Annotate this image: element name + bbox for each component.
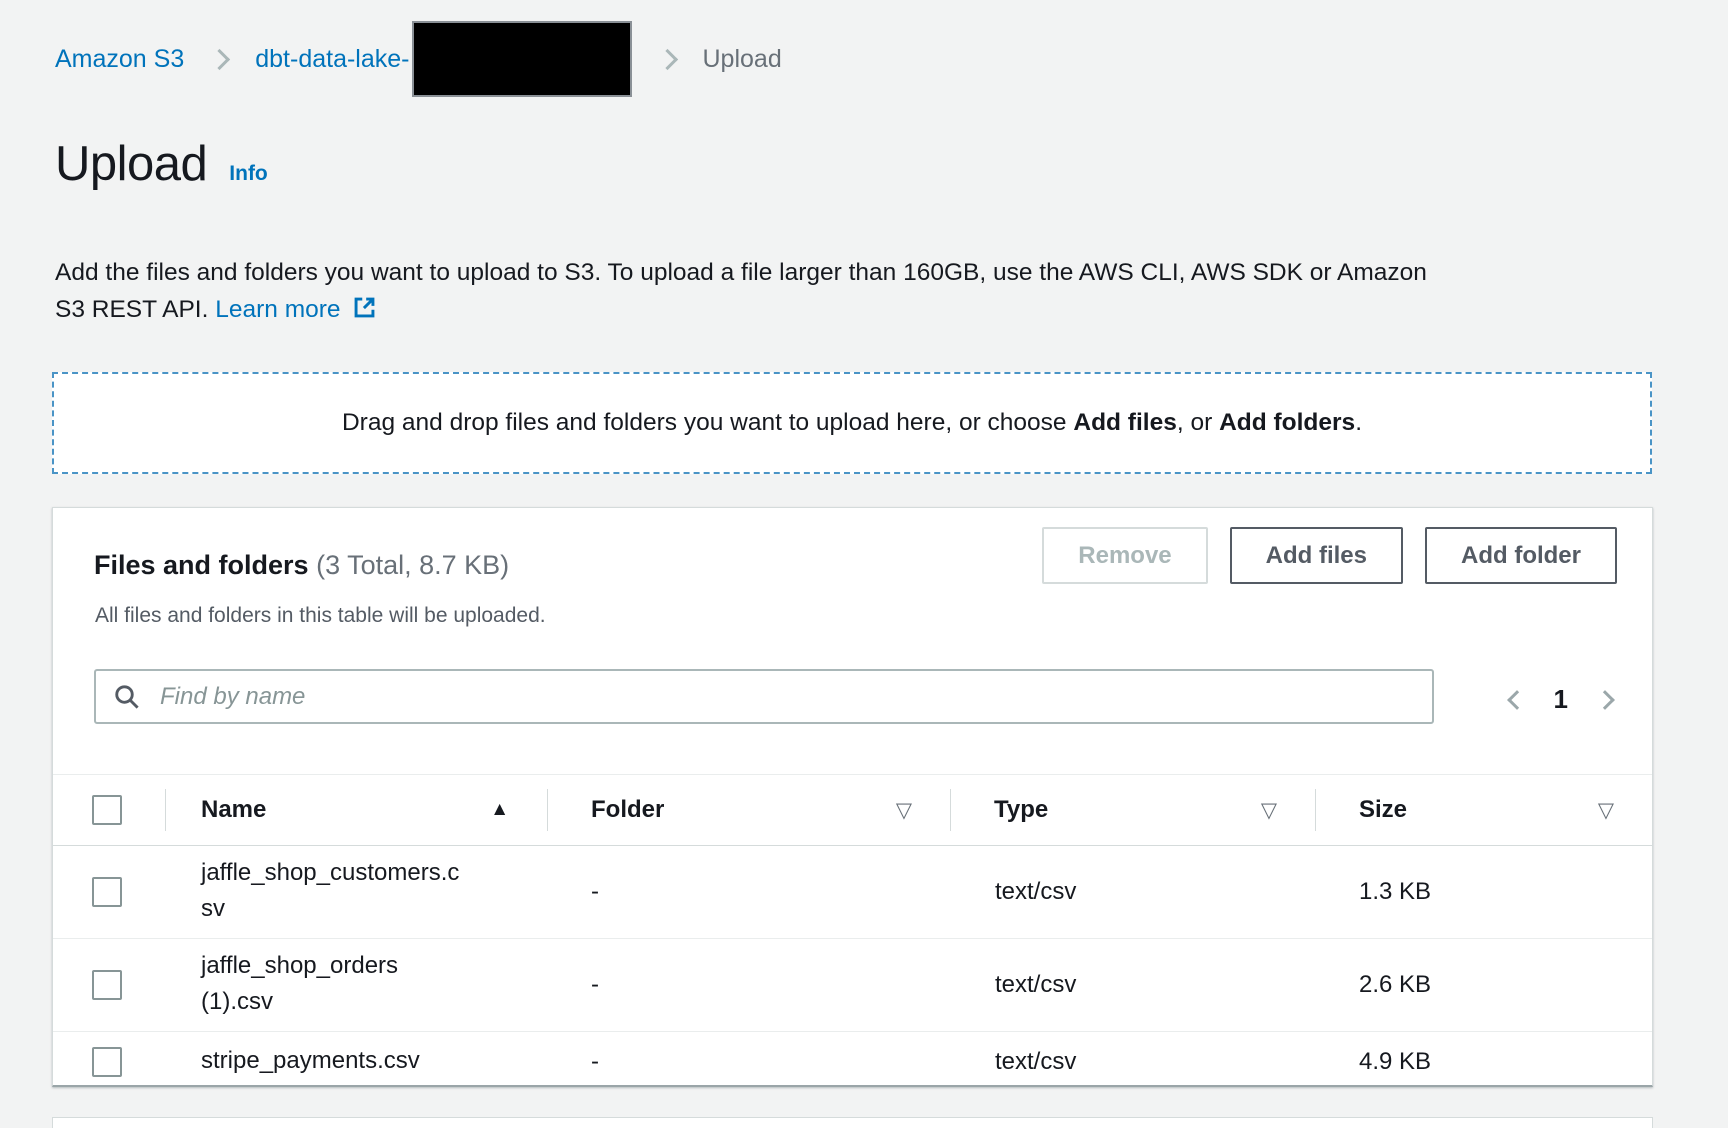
chevron-right-icon — [656, 48, 677, 69]
row-select-cell — [53, 1032, 165, 1092]
page-title: Upload — [55, 136, 207, 192]
size-cell: 1.3 KB — [1315, 878, 1652, 906]
size-cell: 2.6 KB — [1315, 971, 1652, 999]
folder-cell: - — [547, 1048, 950, 1076]
pagination: 1 — [1510, 684, 1612, 715]
folder-cell: - — [547, 878, 950, 906]
search-icon — [112, 682, 142, 717]
column-header-name[interactable]: Name ▲ — [165, 775, 547, 845]
row-checkbox[interactable] — [92, 1047, 122, 1077]
column-label: Folder — [591, 796, 664, 824]
files-table: Name ▲ Folder ▽ Type ▽ Size ▽ jaffle_sho… — [53, 774, 1652, 1092]
row-select-cell — [53, 846, 165, 938]
select-all-checkbox[interactable] — [92, 795, 122, 825]
page-header: Upload Info — [55, 136, 268, 192]
type-cell: text/csv — [950, 1048, 1315, 1076]
next-panel-top-edge — [52, 1117, 1653, 1128]
page-description: Add the files and folders you want to up… — [55, 254, 1675, 332]
table-body: jaffle_shop_customers.c sv-text/csv1.3 K… — [53, 846, 1652, 1092]
remove-button[interactable]: Remove — [1042, 527, 1207, 584]
search-input[interactable] — [94, 669, 1434, 724]
type-cell: text/csv — [950, 878, 1315, 906]
drag-and-drop-zone[interactable]: Drag and drop files and folders you want… — [52, 372, 1652, 474]
description-line-2: S3 REST API. Learn more — [55, 291, 1675, 332]
table-header-row: Name ▲ Folder ▽ Type ▽ Size ▽ — [53, 774, 1652, 846]
table-row: jaffle_shop_customers.c sv-text/csv1.3 K… — [53, 846, 1652, 939]
panel-count: (3 Total, 8.7 KB) — [316, 550, 509, 580]
column-header-folder[interactable]: Folder ▽ — [547, 775, 950, 845]
redacted-bucket-name — [412, 21, 632, 97]
column-label: Size — [1359, 796, 1407, 824]
table-row: jaffle_shop_orders (1).csv-text/csv2.6 K… — [53, 939, 1652, 1032]
row-checkbox[interactable] — [92, 877, 122, 907]
file-name-cell: jaffle_shop_customers.c sv — [165, 846, 547, 938]
dropzone-text: Drag and drop files and folders you want… — [342, 409, 1362, 437]
column-label: Type — [994, 796, 1048, 824]
info-link[interactable]: Info — [229, 162, 267, 186]
panel-actions: Remove Add files Add folder — [1042, 527, 1617, 584]
learn-more-link[interactable]: Learn more — [215, 296, 340, 323]
description-line-1: Add the files and folders you want to up… — [55, 254, 1675, 291]
table-row: stripe_payments.csv-text/csv4.9 KB — [53, 1032, 1652, 1092]
breadcrumb: Amazon S3 dbt-data-lake- Upload — [55, 16, 782, 102]
next-page-icon[interactable] — [1595, 690, 1615, 710]
sort-ascending-icon: ▲ — [490, 799, 509, 821]
description-line-2-text: S3 REST API. — [55, 296, 208, 323]
type-cell: text/csv — [950, 971, 1315, 999]
external-link-icon — [351, 294, 378, 332]
chevron-right-icon — [209, 48, 230, 69]
size-cell: 4.9 KB — [1315, 1048, 1652, 1076]
files-and-folders-panel: Files and folders (3 Total, 8.7 KB) All … — [52, 507, 1653, 1087]
panel-title: Files and folders (3 Total, 8.7 KB) — [94, 550, 509, 581]
file-name-cell: jaffle_shop_orders (1).csv — [165, 939, 547, 1031]
panel-note: All files and folders in this table will… — [95, 604, 546, 628]
previous-page-icon[interactable] — [1507, 690, 1527, 710]
s3-upload-page: Amazon S3 dbt-data-lake- Upload Upload I… — [0, 0, 1728, 1128]
row-checkbox[interactable] — [92, 970, 122, 1000]
select-all-cell — [53, 775, 165, 845]
breadcrumb-current: Upload — [703, 45, 782, 74]
row-select-cell — [53, 939, 165, 1031]
breadcrumb-bucket-link[interactable]: dbt-data-lake- — [255, 45, 409, 74]
add-folder-button[interactable]: Add folder — [1425, 527, 1617, 584]
column-header-type[interactable]: Type ▽ — [950, 775, 1315, 845]
sort-down-icon: ▽ — [896, 798, 912, 823]
add-files-button[interactable]: Add files — [1230, 527, 1403, 584]
page-number[interactable]: 1 — [1554, 684, 1568, 715]
file-name-cell: stripe_payments.csv — [165, 1034, 547, 1090]
column-label: Name — [201, 796, 266, 824]
breadcrumb-amazon-s3-link[interactable]: Amazon S3 — [55, 45, 184, 74]
sort-down-icon: ▽ — [1598, 798, 1614, 823]
panel-title-text: Files and folders — [94, 550, 309, 580]
column-header-size[interactable]: Size ▽ — [1315, 775, 1652, 845]
folder-cell: - — [547, 971, 950, 999]
sort-down-icon: ▽ — [1261, 798, 1277, 823]
search-box — [94, 669, 1434, 724]
